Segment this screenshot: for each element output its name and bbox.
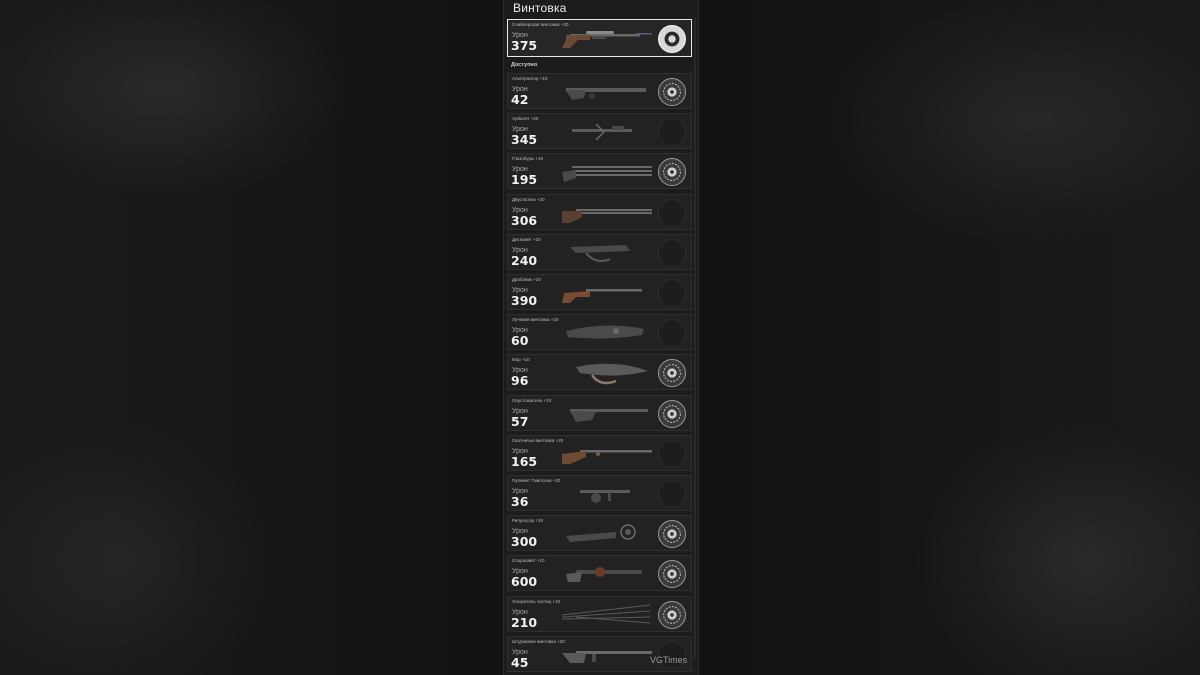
scrollbar[interactable] bbox=[694, 18, 696, 658]
damage-value: 60 bbox=[511, 333, 529, 349]
weapon-card[interactable]: Штурмовая винтовка +20 Урон 45 bbox=[507, 635, 692, 672]
damage-value: 210 bbox=[511, 614, 538, 630]
particle-accelerator-icon bbox=[561, 604, 651, 624]
perk-slot-icon[interactable] bbox=[658, 158, 686, 187]
perk-slot-icon[interactable] bbox=[658, 319, 686, 348]
weapon-card[interactable]: Мор +10 Урон 96 bbox=[507, 354, 692, 391]
damage-value: 300 bbox=[511, 534, 538, 550]
weapon-card[interactable]: Охотничья винтовка +20 Урон 165 bbox=[507, 434, 692, 471]
damage-value: 345 bbox=[511, 132, 538, 148]
damage-value: 195 bbox=[511, 172, 538, 188]
weapon-name: Опустошитель +10 bbox=[512, 397, 552, 403]
weapon-card[interactable]: Спорошвет +10 Урон 600 bbox=[507, 555, 692, 592]
weapon-name: Репульсор +10 bbox=[512, 518, 544, 524]
weapon-card[interactable]: Лучевая винтовка +20 Урон 60 bbox=[507, 314, 692, 351]
weapon-card[interactable]: Пулемет Томпсона +20 Урон 36 bbox=[507, 475, 692, 511]
weapon-name: Дробовик +20 bbox=[512, 277, 541, 282]
perk-slot-icon[interactable] bbox=[658, 238, 686, 267]
damage-value: 165 bbox=[511, 453, 538, 469]
watermark: VGTimes bbox=[650, 655, 688, 665]
damage-value: 390 bbox=[511, 293, 538, 308]
damage-value: 45 bbox=[511, 654, 529, 670]
beam-rifle-icon bbox=[566, 325, 644, 339]
weapon-card[interactable]: Альтернатор +10 Урон 42 bbox=[507, 73, 692, 109]
perk-slot-icon[interactable] bbox=[658, 78, 686, 106]
devastator-icon bbox=[570, 408, 648, 422]
weapon-card[interactable]: Опустошитель +10 Урон 57 bbox=[507, 394, 692, 431]
weapon-name: Арбалет +20 bbox=[512, 116, 539, 122]
perk-slot-icon[interactable] bbox=[658, 25, 686, 53]
perk-slot-icon[interactable] bbox=[658, 520, 686, 549]
disc-thrower-icon bbox=[570, 244, 630, 262]
weapon-card[interactable]: Глазобуры +10 Урон 195 bbox=[507, 153, 692, 190]
perk-slot-icon[interactable] bbox=[658, 399, 686, 428]
weapon-card[interactable]: Репульсор +10 Урон 300 bbox=[507, 515, 692, 552]
sniper-rifle-icon bbox=[562, 31, 652, 48]
damage-value: 96 bbox=[511, 373, 529, 389]
perk-slot-icon[interactable] bbox=[658, 560, 686, 589]
alternator-icon bbox=[566, 88, 646, 100]
damage-value: 36 bbox=[511, 494, 529, 509]
shotgun-icon bbox=[562, 289, 642, 303]
weapon-card[interactable]: Дискомет +20 Урон 240 bbox=[507, 233, 692, 270]
perk-slot-icon[interactable] bbox=[658, 480, 686, 508]
weapon-card[interactable]: Двустволка +20 Урон 306 bbox=[507, 193, 692, 230]
perk-slot-icon[interactable] bbox=[658, 198, 686, 227]
damage-value: 306 bbox=[511, 212, 538, 228]
category-title: Винтовка bbox=[513, 1, 567, 15]
hunting-rifle-icon bbox=[562, 449, 652, 464]
double-barrel-icon bbox=[562, 208, 652, 223]
sporeshot-icon bbox=[566, 567, 642, 583]
selected-weapon-card[interactable]: Снайперская винтовка +20 Урон 375 bbox=[507, 19, 692, 57]
damage-value: 57 bbox=[511, 413, 529, 429]
plague-icon bbox=[576, 364, 648, 385]
eyedrill-icon bbox=[562, 166, 652, 183]
weapon-card[interactable]: Ускоритель частиц +10 Урон 210 bbox=[507, 595, 692, 632]
weapon-name: Альтернатор +10 bbox=[512, 76, 548, 81]
crossbow-icon bbox=[572, 123, 632, 141]
repulsor-icon bbox=[566, 524, 636, 543]
weapon-name: Ускоритель частиц +10 bbox=[512, 598, 561, 604]
assault-rifle-icon bbox=[562, 650, 652, 663]
weapon-name: Пулемет Томпсона +20 bbox=[512, 478, 561, 483]
weapon-name: Глазобуры +10 bbox=[512, 156, 544, 162]
weapon-card[interactable]: Дробовик +20 Урон 390 bbox=[507, 274, 692, 310]
weapon-name: Лучевая винтовка +20 bbox=[512, 317, 559, 323]
perk-slot-icon[interactable] bbox=[658, 359, 686, 388]
weapon-name: Спорошвет +10 bbox=[512, 558, 545, 564]
perk-slot-icon[interactable] bbox=[658, 600, 686, 629]
damage-value: 240 bbox=[511, 252, 538, 268]
damage-value: 600 bbox=[511, 574, 538, 590]
available-section-label: Доступно bbox=[511, 62, 538, 68]
perk-slot-icon[interactable] bbox=[658, 279, 686, 307]
weapon-name: Двустволка +20 bbox=[512, 196, 545, 202]
damage-value: 42 bbox=[511, 92, 529, 107]
damage-value: 375 bbox=[511, 38, 538, 53]
perk-slot-icon[interactable] bbox=[658, 439, 686, 468]
weapon-name: Мор +10 bbox=[512, 357, 530, 363]
thompson-gun-icon bbox=[580, 490, 630, 503]
perk-slot-icon[interactable] bbox=[658, 118, 686, 147]
weapon-name: Дискомет +20 bbox=[512, 236, 541, 242]
weapon-card[interactable]: Арбалет +20 Урон 345 bbox=[507, 113, 692, 150]
